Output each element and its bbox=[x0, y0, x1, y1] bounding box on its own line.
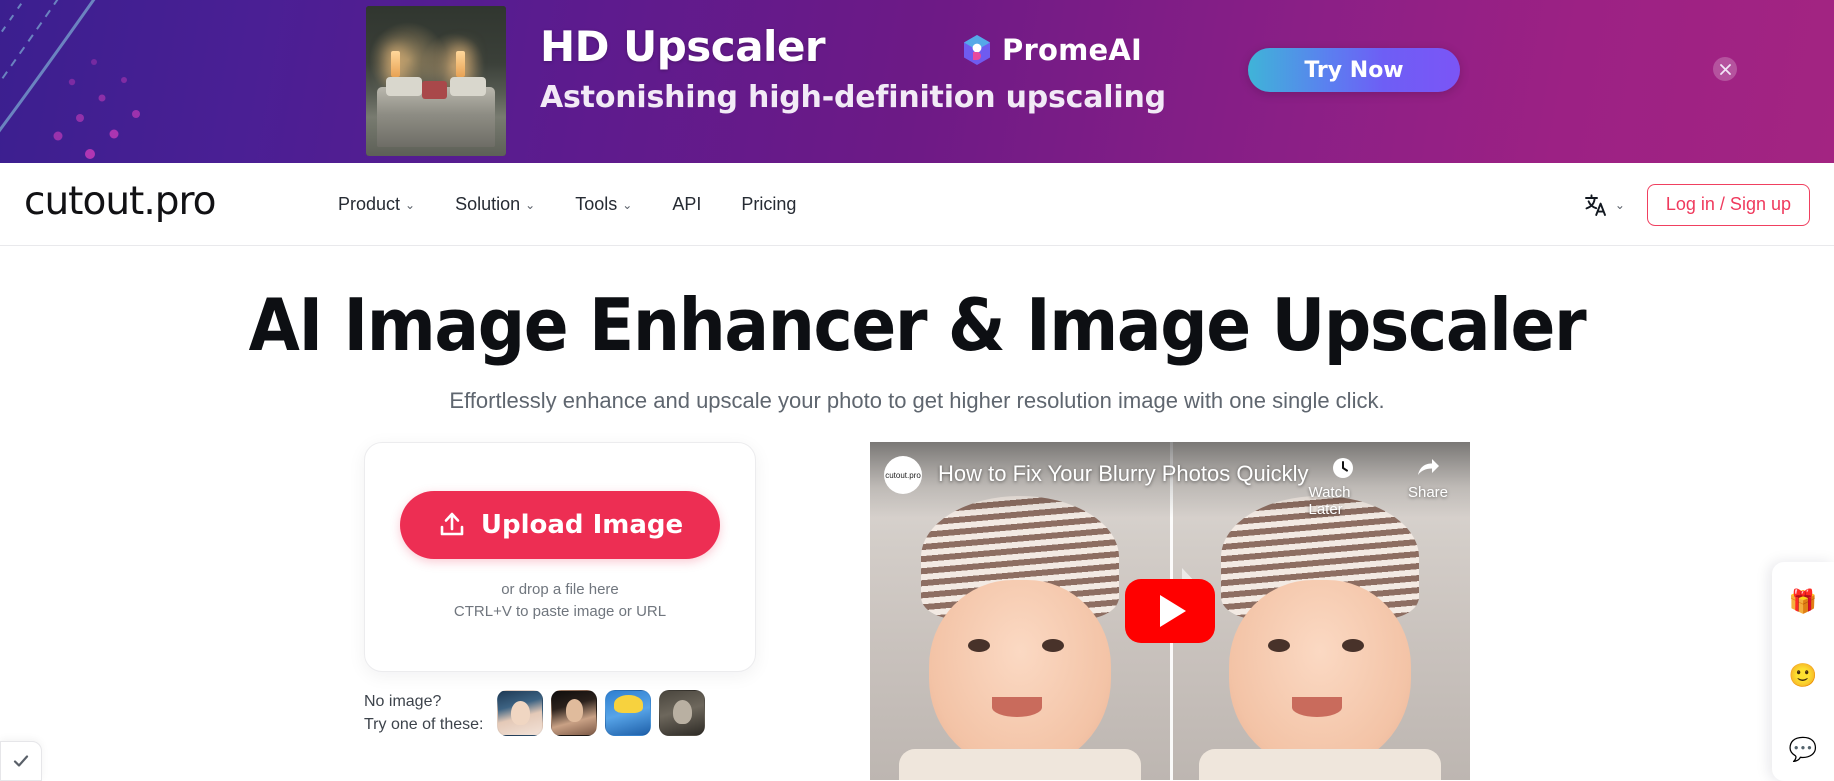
checkmark-icon bbox=[13, 755, 29, 767]
baby-photo-enhanced bbox=[1182, 496, 1458, 780]
banner-close-button[interactable] bbox=[1713, 57, 1737, 81]
video-title[interactable]: How to Fix Your Blurry Photos Quickly bbox=[938, 461, 1308, 487]
chevron-down-icon: ⌄ bbox=[405, 197, 416, 212]
navbar-right-group: ⌄ Log in / Sign up bbox=[1583, 163, 1810, 246]
youtube-video-player[interactable]: cutout.pro How to Fix Your Blurry Photos… bbox=[870, 442, 1470, 780]
banner-brand: PromeAI bbox=[962, 33, 1142, 67]
upload-hint-line2: CTRL+V to paste image or URL bbox=[453, 603, 667, 620]
main-navbar: cutout.pro Product ⌄ Solution ⌄ Tools ⌄ … bbox=[0, 163, 1834, 246]
nav-label-solution: Solution bbox=[455, 194, 521, 214]
banner-title: HD Upscaler bbox=[540, 22, 826, 71]
sample-thumbnails bbox=[497, 690, 706, 736]
site-logo[interactable]: cutout.pro bbox=[24, 179, 217, 224]
nav-item-tools[interactable]: Tools ⌄ bbox=[575, 194, 632, 215]
sample-label-line2: Try one of these: bbox=[364, 716, 484, 733]
sample-label-line1: No image? bbox=[364, 693, 442, 710]
nav-label-tools: Tools bbox=[575, 194, 618, 214]
page-subtitle: Effortlessly enhance and upscale your ph… bbox=[449, 388, 1385, 413]
page-title: AI Image Enhancer & Image Upscaler bbox=[248, 283, 1587, 367]
upload-image-button[interactable]: Upload Image bbox=[400, 491, 720, 559]
primary-navigation: Product ⌄ Solution ⌄ Tools ⌄ API Pricing bbox=[338, 163, 796, 246]
nav-label-product: Product bbox=[338, 194, 401, 214]
hero-section: AI Image Enhancer & Image Upscaler Effor… bbox=[0, 246, 1834, 414]
close-icon bbox=[1719, 63, 1731, 75]
video-top-bar: cutout.pro How to Fix Your Blurry Photos… bbox=[870, 442, 1470, 518]
upload-button-label: Upload Image bbox=[480, 510, 684, 540]
chevron-down-icon: ⌄ bbox=[525, 197, 536, 212]
share-arrow-icon bbox=[1417, 459, 1439, 475]
gift-icon[interactable]: 🎁 bbox=[1786, 584, 1820, 618]
sample-images-label: No image? Try one of these: bbox=[364, 690, 483, 736]
nav-item-pricing[interactable]: Pricing bbox=[741, 194, 796, 215]
nav-item-solution[interactable]: Solution ⌄ bbox=[455, 194, 535, 215]
floating-side-widget: 🎁 🙂 💬 bbox=[1772, 562, 1834, 781]
video-actions: Watch Later Share bbox=[1308, 456, 1454, 518]
upload-hint-line1: or drop a file here bbox=[501, 581, 619, 598]
watch-later-button[interactable]: Watch Later bbox=[1308, 456, 1377, 518]
feedback-icon[interactable]: 💬 bbox=[1786, 732, 1820, 766]
corner-checkmark-button[interactable] bbox=[0, 741, 42, 781]
share-label: Share bbox=[1407, 484, 1448, 501]
upload-hint: or drop a file here CTRL+V to paste imag… bbox=[454, 579, 666, 623]
language-selector[interactable]: ⌄ bbox=[1583, 192, 1625, 218]
nav-label-api: API bbox=[672, 194, 702, 214]
promeai-logo-icon bbox=[964, 35, 990, 65]
share-button[interactable]: Share bbox=[1408, 456, 1448, 518]
nav-label-pricing: Pricing bbox=[741, 194, 797, 214]
sample-anime-character[interactable] bbox=[605, 690, 652, 736]
play-triangle-icon bbox=[1160, 595, 1186, 627]
sample-images-row: No image? Try one of these: bbox=[364, 690, 756, 736]
banner-try-now-button[interactable]: Try Now bbox=[1248, 48, 1460, 92]
chevron-down-icon: ⌄ bbox=[622, 197, 633, 212]
banner-brand-name: PromeAI bbox=[1002, 33, 1142, 67]
promo-banner[interactable]: HD Upscaler PromeAI Astonishing high-def… bbox=[0, 0, 1834, 163]
login-signup-button[interactable]: Log in / Sign up bbox=[1646, 183, 1810, 226]
upload-column: Upload Image or drop a file here CTRL+V … bbox=[364, 442, 756, 736]
watch-later-label: Watch Later bbox=[1308, 484, 1351, 518]
nav-item-api[interactable]: API bbox=[672, 194, 701, 215]
sample-woman-portrait[interactable] bbox=[551, 690, 598, 736]
customer-support-icon[interactable]: 🙂 bbox=[1786, 658, 1820, 692]
chevron-down-icon: ⌄ bbox=[1614, 197, 1625, 212]
translate-icon bbox=[1584, 193, 1606, 216]
sample-vintage-portrait[interactable] bbox=[659, 690, 706, 736]
upload-dropzone[interactable]: Upload Image or drop a file here CTRL+V … bbox=[364, 442, 756, 672]
banner-decorative-arcs bbox=[0, 0, 140, 159]
play-button[interactable] bbox=[1125, 579, 1215, 643]
main-content-row: Upload Image or drop a file here CTRL+V … bbox=[0, 442, 1834, 780]
banner-subtitle: Astonishing high-definition upscaling bbox=[540, 80, 1166, 115]
channel-avatar[interactable]: cutout.pro bbox=[884, 456, 922, 494]
clock-icon bbox=[1333, 458, 1354, 478]
baby-photo-blurry bbox=[882, 496, 1158, 780]
nav-item-product[interactable]: Product ⌄ bbox=[338, 194, 415, 215]
sample-girl-portrait[interactable] bbox=[497, 690, 544, 736]
upload-arrow-icon bbox=[440, 512, 464, 536]
banner-room-thumbnail bbox=[366, 6, 506, 156]
